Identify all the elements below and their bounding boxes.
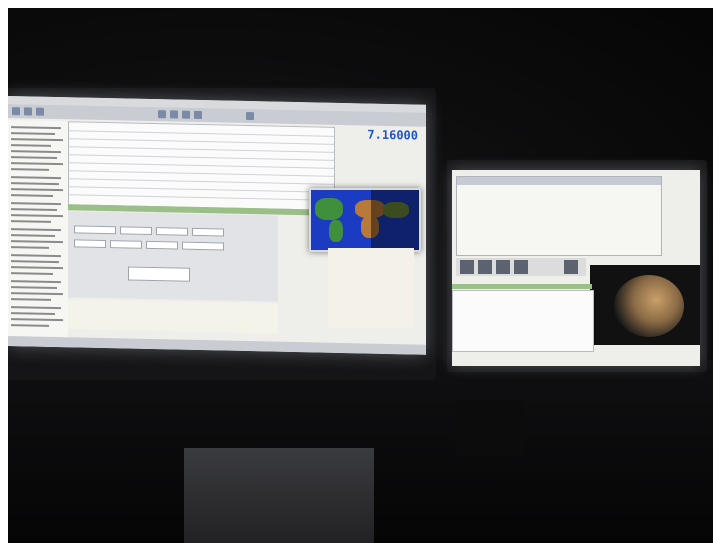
photo-frame xyxy=(0,0,721,543)
